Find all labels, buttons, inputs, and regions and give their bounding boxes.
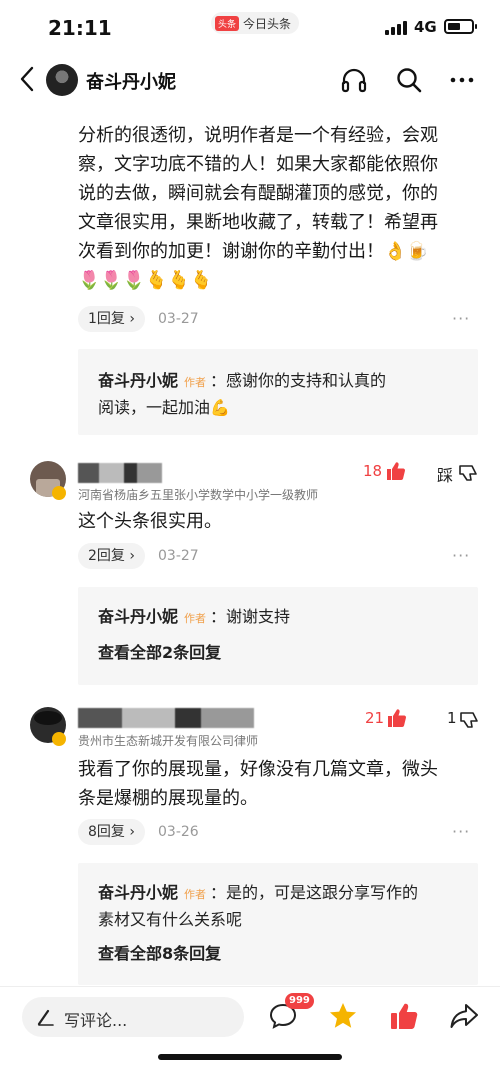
star-icon[interactable] <box>328 1001 358 1031</box>
author-reply-box[interactable]: 奋斗丹小妮 作者 ：是的，可是这跟分享写作的 素材又有什么关系呢 查看全部8条回复 <box>78 863 478 985</box>
app-badge: 头条 <box>215 15 240 31</box>
thumbs-down-icon[interactable] <box>458 462 478 482</box>
commenter-name-redacted[interactable] <box>78 708 254 728</box>
more-icon[interactable] <box>448 66 476 94</box>
comment-date: 03-27 <box>158 548 199 564</box>
thumbs-up-icon[interactable] <box>389 1001 419 1031</box>
comment-line: 我看了你的展现量，好像没有几篇文章，微头 <box>78 759 438 780</box>
comment-date: 03-26 <box>158 824 199 840</box>
thumbs-up-icon[interactable] <box>387 708 407 728</box>
network-label: 4G <box>414 18 437 36</box>
like-count: 21 <box>365 709 385 727</box>
reply-author[interactable]: 奋斗丹小妮 <box>98 607 178 626</box>
dislike-button[interactable]: 踩 <box>437 462 453 486</box>
app-pill[interactable]: 头条 今日头条 <box>211 12 300 34</box>
search-icon[interactable] <box>395 66 423 94</box>
view-all-replies-link[interactable]: 查看全部8条回复 <box>98 940 221 964</box>
bottom-action-bar: 写评论... 999 <box>0 986 500 1082</box>
comment-emoji-line: 🌷🌷🌷🫰🫰🫰 <box>78 270 213 291</box>
commenter-subtitle: 贵州市生态新城开发有限公司律师 <box>78 734 259 748</box>
reply-count-button[interactable]: 8回复 › <box>78 819 145 845</box>
reply-author[interactable]: 奋斗丹小妮 <box>98 371 178 390</box>
status-bar: 21:11 头条 今日头条 4G <box>0 0 500 56</box>
author-reply-line: 奋斗丹小妮 作者 ：是的，可是这跟分享写作的 <box>98 880 418 908</box>
reply-text-line: 阅读，一起加油💪 <box>98 398 230 417</box>
reply-text: ：是的，可是这跟分享写作的 <box>210 883 419 902</box>
reply-author[interactable]: 奋斗丹小妮 <box>98 883 178 902</box>
thumbs-up-icon[interactable] <box>386 461 406 481</box>
reply-count-label: 1回复 <box>88 311 125 327</box>
share-icon[interactable] <box>449 1001 479 1031</box>
author-reply-line: 奋斗丹小妮 作者 ：谢谢支持 <box>98 604 290 632</box>
author-reply-box[interactable]: 奋斗丹小妮 作者 ：感谢你的支持和认真的 阅读，一起加油💪 <box>78 349 478 435</box>
pen-icon <box>37 1009 54 1026</box>
comment-count-badge: 999 <box>285 993 314 1009</box>
comment-line: 分析的很透彻，说明作者是一个有经验，会观 <box>78 125 438 146</box>
comment-date: 03-27 <box>158 311 199 327</box>
thumbs-down-icon[interactable] <box>459 709 479 729</box>
commenter-subtitle: 河南省杨庙乡五里张小学数学中小学一级教师 <box>78 488 319 502</box>
author-tag: 作者 <box>184 376 207 389</box>
view-all-replies-link[interactable]: 查看全部2条回复 <box>98 639 221 663</box>
author-tag: 作者 <box>184 888 207 901</box>
comment-more-icon[interactable]: ··· <box>452 546 470 565</box>
reply-count-label: 8回复 <box>88 824 125 840</box>
verified-badge-icon <box>52 486 66 500</box>
comment-line: 文章很实用，果断地收藏了，转载了！希望再 <box>78 212 438 233</box>
reply-count-label: 2回复 <box>88 548 125 564</box>
headphones-icon[interactable] <box>340 66 368 94</box>
top-header: 奋斗丹小妮 <box>0 56 500 104</box>
reply-text: ：感谢你的支持和认真的 <box>210 371 387 390</box>
comment-line: 次看到你的加更！谢谢你的辛勤付出！👌🍺 <box>78 241 429 262</box>
reply-count-button[interactable]: 1回复 › <box>78 306 145 332</box>
comment-line: 条是爆棚的展现量的。 <box>78 788 258 809</box>
verified-badge-icon <box>52 732 66 746</box>
reply-text: ：谢谢支持 <box>210 607 291 626</box>
reply-text-line: 素材又有什么关系呢 <box>98 910 243 929</box>
comment-more-icon[interactable]: ··· <box>452 822 470 841</box>
home-indicator[interactable] <box>158 1054 342 1060</box>
battery-icon <box>444 19 477 34</box>
like-count: 18 <box>363 462 383 480</box>
commenter-name-redacted[interactable] <box>78 463 162 483</box>
author-reply-box[interactable]: 奋斗丹小妮 作者 ：谢谢支持 查看全部2条回复 <box>78 587 478 685</box>
author-reply-line: 奋斗丹小妮 作者 ：感谢你的支持和认真的 <box>98 368 386 396</box>
author-avatar[interactable] <box>46 64 78 96</box>
status-time: 21:11 <box>48 16 112 40</box>
signal-icon <box>385 21 409 35</box>
comment-line: 说的去做，瞬间就会有醍醐灌顶的感觉，你的 <box>78 183 438 204</box>
write-comment-placeholder: 写评论... <box>64 1011 128 1030</box>
reply-count-button[interactable]: 2回复 › <box>78 543 145 569</box>
comment-text: 这个头条很实用。 <box>78 511 222 532</box>
comment-more-icon[interactable]: ··· <box>452 309 470 328</box>
comment-line: 察，文字功底不错的人！如果大家都能依照你 <box>78 154 438 175</box>
app-name: 今日头条 <box>243 16 292 31</box>
page-title[interactable]: 奋斗丹小妮 <box>86 68 176 94</box>
author-tag: 作者 <box>184 612 207 625</box>
battery-level <box>448 23 461 30</box>
dislike-count: 1 <box>447 709 457 727</box>
back-icon[interactable] <box>18 64 38 94</box>
